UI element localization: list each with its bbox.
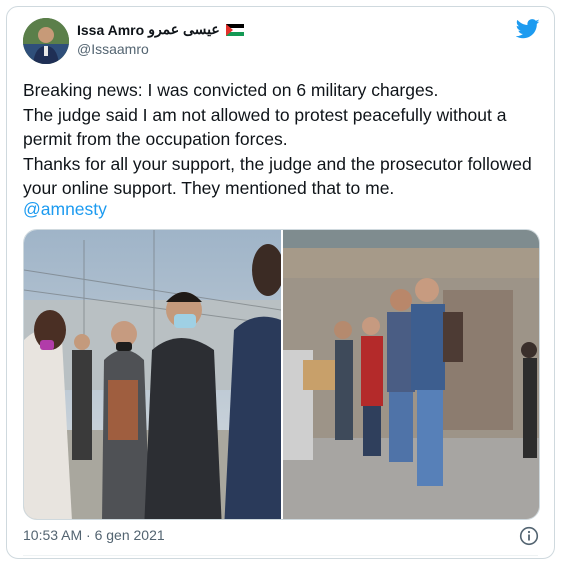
tweet-card: Issa Amro عيسى عمرو @Issaamro Breaking n… <box>6 6 555 559</box>
tweet-timestamp[interactable]: 10:53 AM · 6 gen 2021 <box>23 527 165 543</box>
footer-divider <box>23 555 538 556</box>
media-grid <box>23 229 540 520</box>
author-name-row[interactable]: Issa Amro عيسى عمرو <box>77 21 244 38</box>
photo-right[interactable] <box>283 230 539 519</box>
mention-link[interactable]: @amnesty <box>23 197 107 221</box>
protest-photo-right <box>283 230 539 519</box>
avatar-photo <box>23 18 69 64</box>
avatar[interactable] <box>23 18 69 64</box>
display-name[interactable]: Issa Amro <box>77 22 144 38</box>
palestine-flag-icon <box>225 23 244 36</box>
protest-photo-left <box>24 230 281 519</box>
info-icon[interactable] <box>519 526 539 546</box>
tweet-text: Breaking news: I was convicted on 6 mili… <box>23 80 532 198</box>
photo-left[interactable] <box>24 230 281 519</box>
user-handle[interactable]: @Issaamro <box>77 41 149 57</box>
twitter-bird-icon[interactable] <box>516 19 540 39</box>
arabic-display-name[interactable]: عيسى عمرو <box>148 21 220 38</box>
